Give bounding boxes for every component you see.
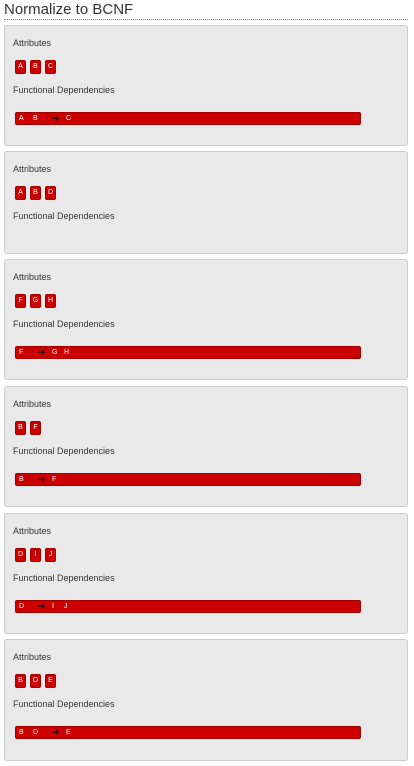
attribute-chip[interactable]: F	[30, 421, 41, 435]
attribute-list: BF	[15, 421, 41, 435]
functional-dependency[interactable]: F ➔ G H	[15, 346, 361, 359]
attribute-list: DIJ	[15, 548, 56, 562]
fd-rhs-attribute: E	[66, 729, 71, 736]
functional-dependency[interactable]: D ➔ I J	[15, 600, 361, 613]
functional-dependencies-label: Functional Dependencies	[13, 211, 115, 221]
fd-lhs-attribute: D	[33, 729, 39, 736]
fd-lhs-attribute: B	[19, 476, 24, 483]
attribute-chip[interactable]: B	[30, 186, 41, 200]
arrow-right-icon: ➔	[52, 727, 60, 737]
fd-rhs-attribute: F	[52, 476, 57, 483]
attribute-chip[interactable]: J	[45, 548, 56, 562]
bcnf-page: Normalize to BCNF Attributes A B C Functiona…	[0, 0, 414, 766]
attribute-chip[interactable]: G	[30, 294, 41, 308]
arrow-right-icon: ➔	[38, 474, 46, 484]
fd-rhs-attribute: C	[66, 115, 72, 122]
relation-panel: Attributes B D E Functional Dependencies B D ➔ E	[4, 639, 408, 761]
relation-panel: Attributes A B C Functional Dependencies A B ➔ C	[4, 25, 408, 146]
functional-dependency[interactable]: B D ➔ E	[15, 726, 361, 739]
attribute-chip[interactable]: B	[30, 60, 41, 74]
relation-panel: Attributes F G H Functional Dependencies F ➔ G H	[4, 259, 408, 380]
attribute-chip[interactable]: H	[45, 294, 56, 308]
attribute-chip[interactable]: A	[15, 60, 26, 74]
attributes-label: Attributes	[13, 38, 52, 48]
relation-panel: Attributes D I J Functional Dependencies D ➔ I J	[4, 513, 408, 634]
relation-panel: Attributes A B D Functional Dependencies	[4, 151, 408, 254]
attributes-label: Attributes	[13, 272, 52, 282]
fd-lhs-attribute: B	[33, 115, 38, 122]
arrow-right-icon: ➔	[52, 113, 60, 123]
attribute-chip[interactable]: F	[15, 294, 26, 308]
relation-panel: Attributes B F Functional Dependencies B ➔ F	[4, 386, 408, 507]
fd-lhs-attribute: B	[19, 729, 24, 736]
attribute-chip[interactable]: D	[45, 186, 56, 200]
attributes-label: Attributes	[13, 164, 52, 174]
attribute-chip[interactable]: D	[30, 674, 41, 688]
functional-dependencies-label: Functional Dependencies	[13, 85, 115, 95]
fd-lhs-attribute: D	[19, 603, 25, 610]
attribute-chip[interactable]: I	[30, 548, 41, 562]
functional-dependencies-label: Functional Dependencies	[13, 573, 115, 583]
attributes-label: Attributes	[13, 399, 52, 409]
functional-dependency[interactable]: B ➔ F	[15, 473, 361, 486]
functional-dependency[interactable]: A B ➔ C	[15, 112, 361, 125]
attribute-list: ABD	[15, 186, 56, 200]
attribute-list: FGH	[15, 294, 56, 308]
attribute-chip[interactable]: C	[45, 60, 56, 74]
page-title: Normalize to BCNF	[4, 1, 408, 20]
attribute-chip[interactable]: A	[15, 186, 26, 200]
functional-dependencies-label: Functional Dependencies	[13, 446, 115, 456]
fd-rhs-attribute: J	[64, 603, 68, 610]
fd-lhs-attribute: F	[19, 349, 24, 356]
attribute-chip[interactable]: B	[15, 674, 26, 688]
attribute-chip[interactable]: B	[15, 421, 26, 435]
attribute-list: BDE	[15, 674, 56, 688]
fd-lhs-attribute: A	[19, 115, 24, 122]
functional-dependencies-label: Functional Dependencies	[13, 699, 115, 709]
arrow-right-icon: ➔	[38, 347, 46, 357]
functional-dependencies-label: Functional Dependencies	[13, 319, 115, 329]
attributes-label: Attributes	[13, 652, 52, 662]
fd-rhs-attribute: H	[64, 349, 70, 356]
fd-rhs-attribute: I	[52, 603, 54, 610]
attribute-chip[interactable]: E	[45, 674, 56, 688]
arrow-right-icon: ➔	[38, 601, 46, 611]
attributes-label: Attributes	[13, 526, 52, 536]
attribute-chip[interactable]: D	[15, 548, 26, 562]
fd-rhs-attribute: G	[52, 349, 58, 356]
attribute-list: ABC	[15, 60, 56, 74]
